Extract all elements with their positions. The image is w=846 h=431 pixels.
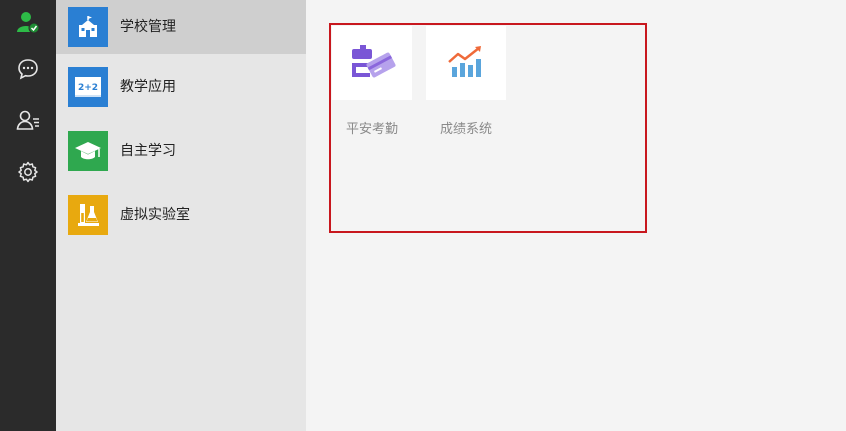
app-safe-attendance[interactable]: 平安考勤 bbox=[332, 26, 412, 137]
rail-user-button[interactable] bbox=[10, 4, 46, 40]
app-label: 平安考勤 bbox=[345, 122, 398, 137]
icon-rail bbox=[0, 0, 56, 431]
chat-bubble-icon bbox=[18, 59, 38, 80]
app-tile[interactable] bbox=[332, 26, 412, 100]
user-badge-icon bbox=[17, 12, 40, 34]
svg-text:2+2: 2+2 bbox=[78, 83, 98, 93]
sidebar-item-label: 教学应用 bbox=[120, 79, 176, 95]
category-sidebar: 学校管理 2+2 教学应用 自主学习 虚拟实验室 bbox=[56, 0, 306, 431]
sidebar-item-label: 学校管理 bbox=[120, 19, 176, 35]
app-grade-system[interactable]: 成绩系统 bbox=[426, 26, 506, 137]
lab-flask-icon bbox=[68, 195, 108, 235]
app-tile[interactable] bbox=[426, 26, 506, 100]
sidebar-item-label: 自主学习 bbox=[120, 143, 176, 159]
rail-contacts-button[interactable] bbox=[10, 102, 46, 138]
sidebar-item-self-study[interactable]: 自主学习 bbox=[56, 124, 306, 178]
rail-messages-button[interactable] bbox=[10, 51, 46, 87]
blackboard-icon: 2+2 bbox=[68, 67, 108, 107]
app-label: 成绩系统 bbox=[439, 122, 492, 137]
attendance-card-icon bbox=[352, 45, 396, 78]
sidebar-item-teaching-apps[interactable]: 2+2 教学应用 bbox=[56, 60, 306, 114]
school-icon bbox=[68, 7, 108, 47]
rail-settings-button[interactable] bbox=[10, 154, 46, 190]
gear-icon bbox=[18, 161, 38, 183]
app-grid-panel: 平安考勤 成绩系统 bbox=[306, 0, 846, 431]
sidebar-item-virtual-lab[interactable]: 虚拟实验室 bbox=[56, 188, 306, 242]
grade-chart-icon bbox=[448, 46, 481, 77]
sidebar-item-school-management[interactable]: 学校管理 bbox=[56, 0, 306, 54]
sidebar-item-label: 虚拟实验室 bbox=[120, 207, 190, 223]
user-list-icon bbox=[16, 110, 39, 130]
graduation-cap-icon bbox=[68, 131, 108, 171]
